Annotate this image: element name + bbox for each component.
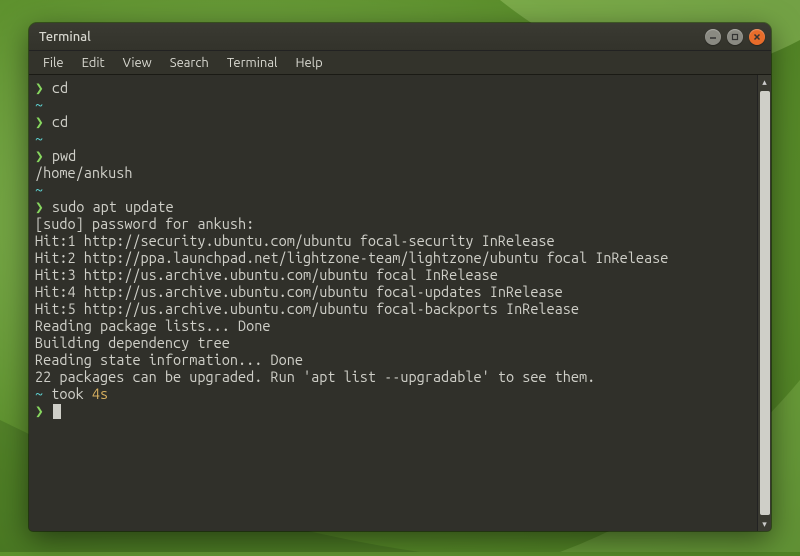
window-controls [705, 29, 765, 45]
menu-search[interactable]: Search [162, 54, 217, 72]
minimize-button[interactable] [705, 29, 721, 45]
scroll-down-icon[interactable]: ▾ [758, 517, 771, 531]
menu-terminal[interactable]: Terminal [219, 54, 286, 72]
scroll-up-icon[interactable]: ▴ [758, 75, 771, 89]
menu-view[interactable]: View [115, 54, 160, 72]
menubar: File Edit View Search Terminal Help [29, 51, 771, 75]
terminal-output[interactable]: ❯ cd~❯ cd~❯ pwd/home/ankush~❯ sudo apt u… [29, 75, 757, 531]
scrollbar-thumb[interactable] [760, 91, 770, 515]
menu-file[interactable]: File [35, 54, 72, 72]
maximize-button[interactable] [727, 29, 743, 45]
window-title: Terminal [39, 30, 705, 44]
window-titlebar[interactable]: Terminal [29, 23, 771, 51]
menu-help[interactable]: Help [287, 54, 330, 72]
scrollbar[interactable]: ▴ ▾ [757, 75, 771, 531]
menu-edit[interactable]: Edit [74, 54, 113, 72]
terminal-window: Terminal File Edit View Search Terminal … [29, 23, 771, 531]
cursor [53, 404, 61, 419]
close-button[interactable] [749, 29, 765, 45]
terminal-body: ❯ cd~❯ cd~❯ pwd/home/ankush~❯ sudo apt u… [29, 75, 771, 531]
